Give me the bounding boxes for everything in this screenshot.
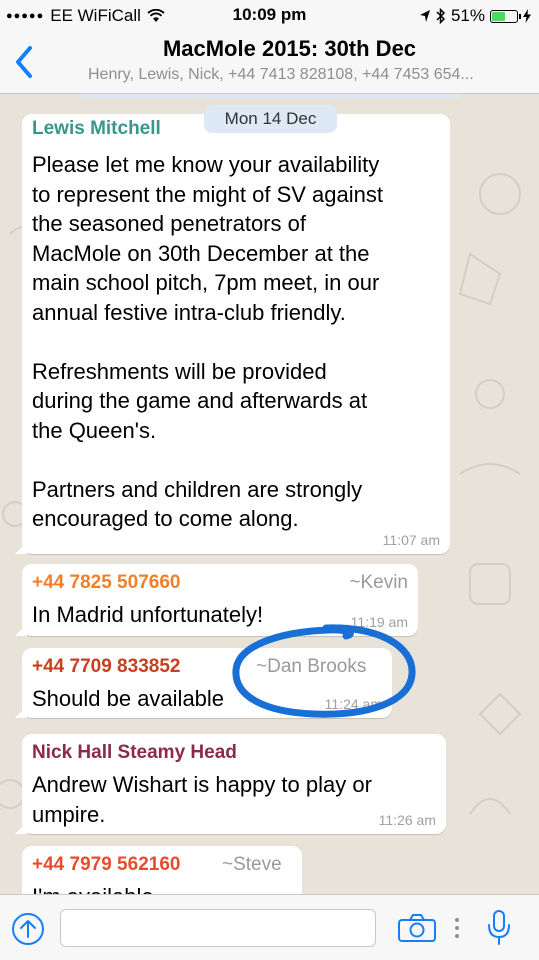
date-separator: Mon 14 Dec bbox=[204, 105, 337, 133]
chat-title[interactable]: MacMole 2015: 30th Dec bbox=[60, 36, 519, 62]
charging-icon bbox=[523, 9, 531, 23]
chat-participants[interactable]: Henry, Lewis, Nick, +44 7413 828108, +44… bbox=[88, 66, 531, 84]
message-time: 11:07 am bbox=[382, 532, 440, 548]
message-bubble[interactable]: Nick Hall Steamy Head Andrew Wishart is … bbox=[15, 734, 446, 834]
message-time: 11:19 am bbox=[350, 614, 408, 630]
bubble-tail bbox=[15, 706, 27, 718]
location-arrow-icon bbox=[419, 10, 430, 22]
sender-nickname: ~Dan Brooks bbox=[256, 656, 367, 677]
sender-phone[interactable]: +44 7979 562160 bbox=[32, 854, 180, 876]
message-bubble[interactable]: +44 7979 562160 ~Steve I'm available bbox=[22, 846, 302, 894]
more-vertical-icon[interactable] bbox=[452, 913, 462, 943]
battery-percent: 51% bbox=[450, 6, 485, 25]
status-bar: ●●●●● EE WiFiCall 10:09 pm 51% bbox=[0, 0, 539, 32]
message-bubble[interactable]: +44 7825 507660 ~Kevin In Madrid unfortu… bbox=[15, 564, 418, 636]
message-input[interactable] bbox=[60, 909, 376, 947]
battery-icon bbox=[490, 9, 521, 23]
chat-header: MacMole 2015: 30th Dec Henry, Lewis, Nic… bbox=[0, 32, 539, 94]
sender-phone[interactable]: +44 7709 833852 bbox=[32, 656, 180, 678]
bubble-tail bbox=[15, 542, 27, 554]
status-right-group: 51% bbox=[419, 6, 531, 26]
message-time: 11:24 am bbox=[324, 696, 382, 712]
sender-name[interactable]: Nick Hall Steamy Head bbox=[32, 742, 237, 764]
battery-fill bbox=[492, 11, 506, 21]
chat-area[interactable]: Lewis Mitchell Please let me know your a… bbox=[0, 94, 539, 894]
bubble-tail bbox=[15, 624, 27, 636]
microphone-icon[interactable] bbox=[484, 909, 514, 947]
message-time: 11:26 am bbox=[378, 812, 436, 828]
arrow-up-circle-icon[interactable] bbox=[10, 911, 46, 947]
message-text: I'm available bbox=[32, 882, 154, 894]
sender-nickname: ~Kevin bbox=[349, 572, 408, 593]
message-text: Please let me know your availability to … bbox=[32, 152, 383, 531]
message-input-bar bbox=[0, 894, 539, 960]
back-chevron-icon[interactable] bbox=[10, 42, 40, 82]
message-text: Andrew Wishart is happy to play or umpir… bbox=[32, 772, 372, 827]
sender-phone[interactable]: +44 7825 507660 bbox=[32, 572, 180, 594]
bluetooth-icon bbox=[436, 8, 446, 24]
camera-icon[interactable] bbox=[397, 913, 437, 943]
bubble-tail bbox=[15, 822, 27, 834]
message-bubble[interactable]: Lewis Mitchell Please let me know your a… bbox=[15, 114, 450, 554]
message-bubble[interactable]: +44 7709 833852 ~Dan Brooks Should be av… bbox=[15, 648, 392, 718]
previous-date-pill bbox=[80, 94, 460, 98]
sender-nickname: ~Steve bbox=[222, 854, 282, 875]
message-text: Should be available bbox=[32, 686, 225, 711]
sender-name[interactable]: Lewis Mitchell bbox=[32, 118, 161, 140]
message-text: In Madrid unfortunately! bbox=[32, 602, 264, 627]
